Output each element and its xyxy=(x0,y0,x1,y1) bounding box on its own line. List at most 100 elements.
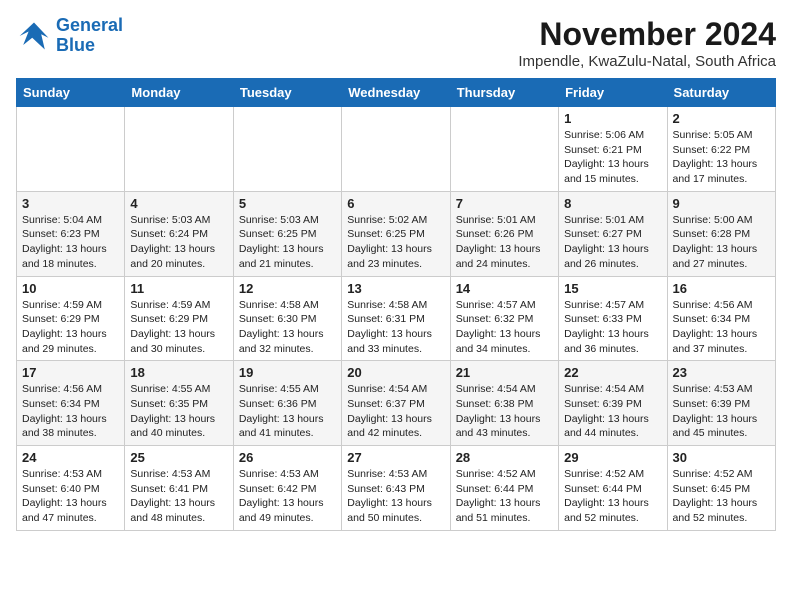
day-cell: 5 Sunrise: 5:03 AM Sunset: 6:25 PM Daylig… xyxy=(233,191,341,276)
week-row-5: 24 Sunrise: 4:53 AM Sunset: 6:40 PM Dayli… xyxy=(17,446,776,531)
day-info: Sunrise: 4:55 AM Sunset: 6:36 PM Dayligh… xyxy=(239,382,336,441)
day-number: 3 xyxy=(22,196,119,211)
day-info: Sunrise: 4:52 AM Sunset: 6:44 PM Dayligh… xyxy=(456,467,553,526)
day-cell xyxy=(125,107,233,192)
day-number: 28 xyxy=(456,450,553,465)
month-title: November 2024 xyxy=(518,16,776,53)
day-number: 10 xyxy=(22,281,119,296)
weekday-header-saturday: Saturday xyxy=(667,79,775,107)
day-number: 17 xyxy=(22,365,119,380)
day-info: Sunrise: 5:06 AM Sunset: 6:21 PM Dayligh… xyxy=(564,128,661,187)
day-number: 4 xyxy=(130,196,227,211)
day-info: Sunrise: 5:01 AM Sunset: 6:26 PM Dayligh… xyxy=(456,213,553,272)
day-info: Sunrise: 4:57 AM Sunset: 6:32 PM Dayligh… xyxy=(456,298,553,357)
day-number: 27 xyxy=(347,450,444,465)
day-cell: 2Sunrise: 5:05 AM Sunset: 6:22 PM Daylig… xyxy=(667,107,775,192)
day-cell xyxy=(342,107,450,192)
day-info: Sunrise: 4:58 AM Sunset: 6:31 PM Dayligh… xyxy=(347,298,444,357)
logo-text: GeneralBlue xyxy=(56,16,123,56)
weekday-header-sunday: Sunday xyxy=(17,79,125,107)
week-row-1: 1 Sunrise: 5:06 AM Sunset: 6:21 PM Daylig… xyxy=(17,107,776,192)
day-cell: 11 Sunrise: 4:59 AM Sunset: 6:29 PM Dayli… xyxy=(125,276,233,361)
day-info: Sunrise: 4:59 AM Sunset: 6:29 PM Dayligh… xyxy=(22,298,119,357)
weekday-header-wednesday: Wednesday xyxy=(342,79,450,107)
day-info: Sunrise: 5:04 AM Sunset: 6:23 PM Dayligh… xyxy=(22,213,119,272)
calendar-body: 1 Sunrise: 5:06 AM Sunset: 6:21 PM Daylig… xyxy=(17,107,776,531)
day-cell: 16 Sunrise: 4:56 AM Sunset: 6:34 PM Dayli… xyxy=(667,276,775,361)
day-info: Sunrise: 4:53 AM Sunset: 6:41 PM Dayligh… xyxy=(130,467,227,526)
day-info: Sunrise: 4:54 AM Sunset: 6:38 PM Dayligh… xyxy=(456,382,553,441)
day-info: Sunrise: 4:56 AM Sunset: 6:34 PM Dayligh… xyxy=(673,298,770,357)
day-info: Sunrise: 5:00 AM Sunset: 6:28 PM Dayligh… xyxy=(673,213,770,272)
weekday-header-thursday: Thursday xyxy=(450,79,558,107)
day-number: 7 xyxy=(456,196,553,211)
day-number: 16 xyxy=(673,281,770,296)
day-info: Sunrise: 5:03 AM Sunset: 6:24 PM Dayligh… xyxy=(130,213,227,272)
day-number: 23 xyxy=(673,365,770,380)
logo-icon xyxy=(16,18,52,54)
day-cell: 14 Sunrise: 4:57 AM Sunset: 6:32 PM Dayli… xyxy=(450,276,558,361)
day-number: 15 xyxy=(564,281,661,296)
day-info: Sunrise: 4:59 AM Sunset: 6:29 PM Dayligh… xyxy=(130,298,227,357)
day-cell: 27 Sunrise: 4:53 AM Sunset: 6:43 PM Dayli… xyxy=(342,446,450,531)
day-number: 14 xyxy=(456,281,553,296)
day-cell: 21 Sunrise: 4:54 AM Sunset: 6:38 PM Dayli… xyxy=(450,361,558,446)
day-info: Sunrise: 4:58 AM Sunset: 6:30 PM Dayligh… xyxy=(239,298,336,357)
day-cell: 28 Sunrise: 4:52 AM Sunset: 6:44 PM Dayli… xyxy=(450,446,558,531)
day-cell: 13 Sunrise: 4:58 AM Sunset: 6:31 PM Dayli… xyxy=(342,276,450,361)
day-cell: 30 Sunrise: 4:52 AM Sunset: 6:45 PM Dayli… xyxy=(667,446,775,531)
week-row-4: 17Sunrise: 4:56 AM Sunset: 6:34 PM Dayli… xyxy=(17,361,776,446)
day-number: 30 xyxy=(673,450,770,465)
day-info: Sunrise: 5:05 AM Sunset: 6:22 PM Dayligh… xyxy=(673,128,770,187)
day-cell: 19Sunrise: 4:55 AM Sunset: 6:36 PM Dayli… xyxy=(233,361,341,446)
day-info: Sunrise: 4:54 AM Sunset: 6:39 PM Dayligh… xyxy=(564,382,661,441)
day-number: 6 xyxy=(347,196,444,211)
day-cell: 25 Sunrise: 4:53 AM Sunset: 6:41 PM Dayli… xyxy=(125,446,233,531)
day-info: Sunrise: 4:53 AM Sunset: 6:43 PM Dayligh… xyxy=(347,467,444,526)
weekday-header-tuesday: Tuesday xyxy=(233,79,341,107)
day-cell xyxy=(17,107,125,192)
location-subtitle: Impendle, KwaZulu-Natal, South Africa xyxy=(518,53,776,70)
day-number: 5 xyxy=(239,196,336,211)
calendar-header: SundayMondayTuesdayWednesdayThursdayFrid… xyxy=(17,79,776,107)
day-cell: 24 Sunrise: 4:53 AM Sunset: 6:40 PM Dayli… xyxy=(17,446,125,531)
day-cell: 18Sunrise: 4:55 AM Sunset: 6:35 PM Dayli… xyxy=(125,361,233,446)
day-cell: 12Sunrise: 4:58 AM Sunset: 6:30 PM Dayli… xyxy=(233,276,341,361)
day-cell: 26Sunrise: 4:53 AM Sunset: 6:42 PM Dayli… xyxy=(233,446,341,531)
logo: GeneralBlue xyxy=(16,16,123,56)
title-block: November 2024 Impendle, KwaZulu-Natal, S… xyxy=(518,16,776,70)
day-number: 18 xyxy=(130,365,227,380)
day-cell: 8 Sunrise: 5:01 AM Sunset: 6:27 PM Daylig… xyxy=(559,191,667,276)
day-number: 1 xyxy=(564,111,661,126)
day-cell: 3 Sunrise: 5:04 AM Sunset: 6:23 PM Daylig… xyxy=(17,191,125,276)
day-info: Sunrise: 5:01 AM Sunset: 6:27 PM Dayligh… xyxy=(564,213,661,272)
day-info: Sunrise: 5:02 AM Sunset: 6:25 PM Dayligh… xyxy=(347,213,444,272)
day-number: 26 xyxy=(239,450,336,465)
day-info: Sunrise: 4:52 AM Sunset: 6:45 PM Dayligh… xyxy=(673,467,770,526)
page-header: GeneralBlue November 2024 Impendle, KwaZ… xyxy=(16,16,776,70)
day-number: 29 xyxy=(564,450,661,465)
day-cell: 6 Sunrise: 5:02 AM Sunset: 6:25 PM Daylig… xyxy=(342,191,450,276)
day-info: Sunrise: 4:53 AM Sunset: 6:40 PM Dayligh… xyxy=(22,467,119,526)
day-info: Sunrise: 4:52 AM Sunset: 6:44 PM Dayligh… xyxy=(564,467,661,526)
day-cell: 22 Sunrise: 4:54 AM Sunset: 6:39 PM Dayli… xyxy=(559,361,667,446)
weekday-header-row: SundayMondayTuesdayWednesdayThursdayFrid… xyxy=(17,79,776,107)
day-number: 24 xyxy=(22,450,119,465)
day-number: 11 xyxy=(130,281,227,296)
day-cell xyxy=(450,107,558,192)
day-cell: 10 Sunrise: 4:59 AM Sunset: 6:29 PM Dayli… xyxy=(17,276,125,361)
day-info: Sunrise: 4:53 AM Sunset: 6:39 PM Dayligh… xyxy=(673,382,770,441)
day-number: 22 xyxy=(564,365,661,380)
day-number: 13 xyxy=(347,281,444,296)
day-number: 8 xyxy=(564,196,661,211)
day-number: 20 xyxy=(347,365,444,380)
day-number: 25 xyxy=(130,450,227,465)
day-cell: 4 Sunrise: 5:03 AM Sunset: 6:24 PM Daylig… xyxy=(125,191,233,276)
day-cell: 15Sunrise: 4:57 AM Sunset: 6:33 PM Dayli… xyxy=(559,276,667,361)
week-row-3: 10 Sunrise: 4:59 AM Sunset: 6:29 PM Dayli… xyxy=(17,276,776,361)
day-cell: 1 Sunrise: 5:06 AM Sunset: 6:21 PM Daylig… xyxy=(559,107,667,192)
day-number: 21 xyxy=(456,365,553,380)
day-cell: 23 Sunrise: 4:53 AM Sunset: 6:39 PM Dayli… xyxy=(667,361,775,446)
day-info: Sunrise: 4:54 AM Sunset: 6:37 PM Dayligh… xyxy=(347,382,444,441)
day-info: Sunrise: 5:03 AM Sunset: 6:25 PM Dayligh… xyxy=(239,213,336,272)
